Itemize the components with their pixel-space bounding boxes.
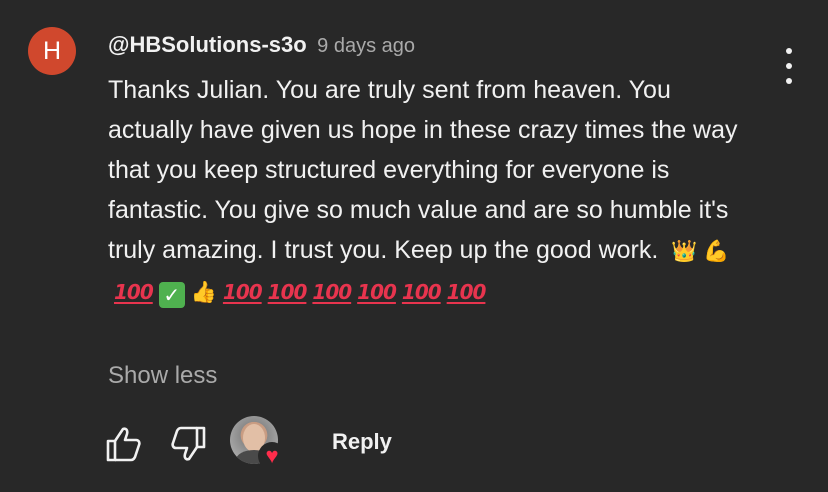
thumbs-up-icon-graphic xyxy=(106,427,141,462)
author-avatar[interactable]: H xyxy=(28,27,76,75)
thumbs-down-icon[interactable] xyxy=(168,424,208,464)
comment-text: Thanks Julian. You are truly sent from h… xyxy=(108,76,738,264)
show-less-button[interactable]: Show less xyxy=(108,362,217,390)
heart-badge: ♥ xyxy=(258,442,286,470)
hundred-points-emoji: 100 xyxy=(357,280,397,304)
hundred-points-emoji: 100 xyxy=(267,280,308,304)
hundred-points-emoji: 100 xyxy=(401,280,442,304)
thumbs-up-emoji: 👍 xyxy=(190,280,217,304)
avatar-letter: H xyxy=(42,36,62,65)
creator-heart-icon[interactable]: ♥ xyxy=(230,416,286,472)
thumbs-up-icon[interactable] xyxy=(104,424,144,464)
menu-dot xyxy=(786,63,792,69)
reply-button[interactable]: Reply xyxy=(316,418,408,466)
crown-emoji: 👑 xyxy=(671,239,698,263)
heart-icon: ♥ xyxy=(265,443,279,468)
comment-header: @HBSolutions-s3o 9 days ago xyxy=(108,32,415,58)
comment-timestamp[interactable]: 9 days ago xyxy=(317,35,415,57)
comment-body: Thanks Julian. You are truly sent from h… xyxy=(108,70,748,312)
flexed-biceps-emoji: 💪 xyxy=(703,239,730,263)
hundred-points-emoji: 100 xyxy=(114,280,154,304)
thumbs-down-icon-graphic xyxy=(171,426,206,461)
menu-dot xyxy=(786,78,792,84)
menu-dot xyxy=(786,48,792,54)
author-name[interactable]: @HBSolutions-s3o xyxy=(108,32,307,57)
hundred-points-emoji: 100 xyxy=(222,280,263,304)
hundred-points-emoji: 100 xyxy=(312,280,352,304)
more-vertical-icon[interactable] xyxy=(776,48,802,84)
check-mark-button-emoji: ✓ xyxy=(158,282,185,308)
hundred-points-emoji: 100 xyxy=(446,280,487,304)
